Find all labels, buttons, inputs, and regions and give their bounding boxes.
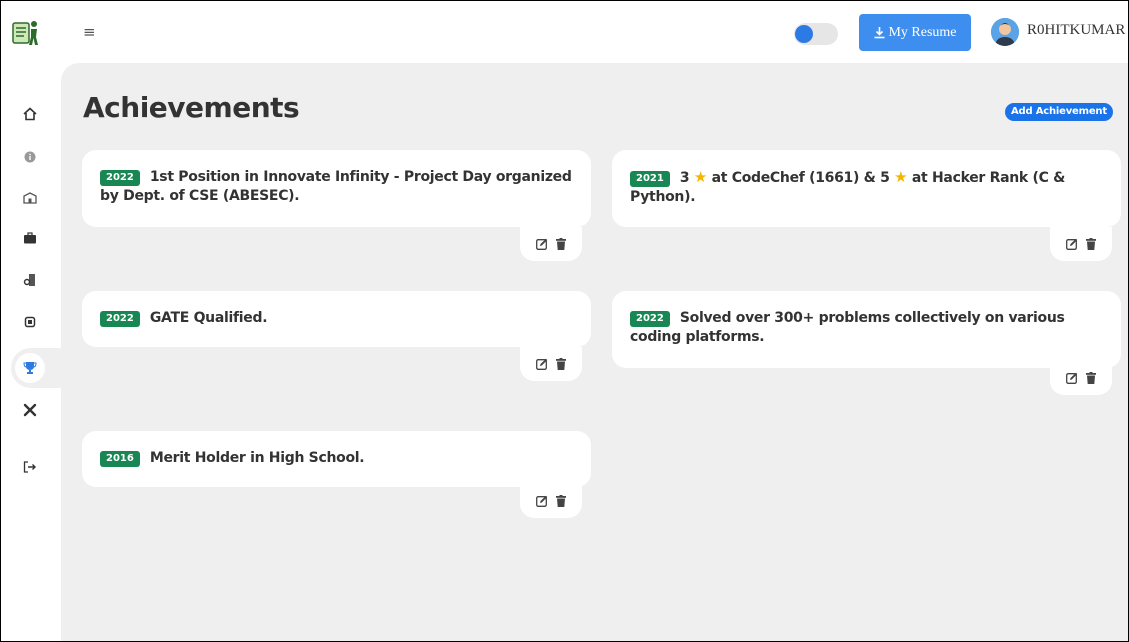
main-content: Achievements Add Achievement 2022 1st Pos… [61,63,1128,641]
sidebar [1,63,61,641]
briefcase-icon[interactable] [19,227,41,249]
page-title: Achievements [83,91,300,124]
year-badge: 2021 [630,171,670,187]
chip-icon[interactable] [19,311,41,333]
add-achievement-button[interactable]: Add Achievement [1005,103,1113,121]
achievement-actions [1050,361,1112,395]
achievement-description: 1st Position in Innovate Infinity - Proj… [100,169,572,204]
year-badge: 2022 [630,311,670,327]
year-badge: 2022 [100,311,140,327]
edit-icon[interactable] [536,495,548,507]
achievement-card: 2022 GATE Qualified. [82,291,591,347]
achievement-description: GATE Qualified. [149,310,268,326]
logout-icon[interactable] [19,456,41,478]
trophy-icon[interactable] [19,357,41,379]
achievement-actions [520,484,582,518]
achievement-card: 2021 3 ★ at CodeChef (1661) & 5 ★ at Hack… [612,150,1121,227]
logo-icon[interactable] [11,17,41,47]
home-icon[interactable] [19,103,41,125]
edit-icon[interactable] [1066,238,1078,250]
username[interactable]: R0HITKUMAR [1027,22,1125,39]
edit-icon[interactable] [536,358,548,370]
year-badge: 2016 [100,451,140,467]
hamburger-icon[interactable]: ≡ [83,23,96,41]
my-resume-button[interactable]: My Resume [859,14,971,51]
edit-icon[interactable] [536,238,548,250]
achievement-description: Solved over 300+ problems collectively o… [630,310,1065,345]
achievement-text: 2021 3 ★ at CodeChef (1661) & 5 ★ at Hack… [630,168,1103,207]
achievement-actions [520,227,582,261]
achievement-description-part: at CodeChef (1661) & 5 [711,170,890,186]
trash-icon[interactable] [1086,372,1096,384]
achievement-text: 2016 Merit Holder in High School. [100,449,573,468]
achievement-card: 2022 Solved over 300+ problems collective… [612,291,1121,368]
info-icon[interactable] [19,146,41,168]
trash-icon[interactable] [1086,238,1096,250]
achievement-card: 2016 Merit Holder in High School. [82,431,591,487]
edit-icon[interactable] [1066,372,1078,384]
achievement-description: Merit Holder in High School. [149,450,365,466]
avatar[interactable] [991,18,1019,46]
app-window: ≡ My Resume R0HITKUMAR Achievements Add … [1,1,1128,641]
achievement-text: 2022 1st Position in Innovate Infinity - … [100,168,573,206]
achievement-text: 2022 GATE Qualified. [100,309,573,328]
my-resume-label: My Resume [888,24,957,40]
education-icon[interactable] [19,187,41,209]
achievement-description-part: 3 [679,170,690,186]
download-icon [873,26,886,39]
achievement-text: 2022 Solved over 300+ problems collective… [630,309,1103,347]
certificate-icon[interactable] [19,269,41,291]
toggle-knob [795,25,813,43]
year-badge: 2022 [100,170,140,186]
achievement-card: 2022 1st Position in Innovate Infinity - … [82,150,591,227]
trash-icon[interactable] [556,495,566,507]
tools-icon[interactable] [19,399,41,421]
achievement-actions [1050,227,1112,261]
achievement-actions [520,347,582,381]
theme-toggle[interactable] [794,23,838,45]
trash-icon[interactable] [556,358,566,370]
trash-icon[interactable] [556,238,566,250]
top-bar: ≡ My Resume R0HITKUMAR [1,1,1128,63]
star-icon: ★ [693,168,708,186]
star-icon: ★ [894,168,908,186]
